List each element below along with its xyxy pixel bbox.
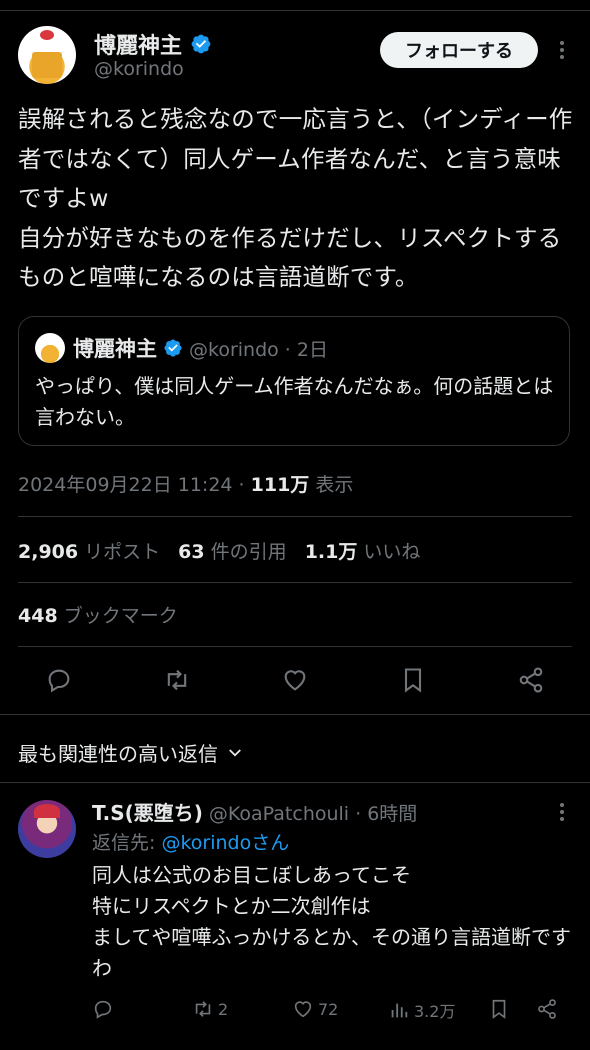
reply-views-button[interactable]: 3.2万 [388, 998, 455, 1022]
reply-bookmark-button[interactable] [488, 998, 510, 1020]
share-icon[interactable] [517, 666, 545, 694]
views-icon [391, 1003, 408, 1018]
more-options-icon[interactable] [552, 38, 572, 62]
divider [18, 646, 572, 647]
follow-button[interactable]: フォローする [380, 32, 538, 68]
tweet-timestamp: 2024年09月22日 11:24 · 111万 表示 [18, 470, 353, 497]
engagement-stats: 2,906 リポスト 63 件の引用 1.1万 いいね [18, 537, 420, 564]
views-count: 111万 [250, 474, 310, 496]
verified-badge-icon [164, 339, 182, 357]
reply-repost-button[interactable]: 2 [192, 998, 228, 1020]
like-icon[interactable] [281, 666, 309, 694]
replies-sort-dropdown[interactable]: 最も関連性の高い返信 [18, 738, 244, 767]
bookmark-icon[interactable] [399, 666, 427, 694]
divider [18, 582, 572, 583]
more-options-icon[interactable] [552, 800, 572, 824]
quote-display-name: 博麗神主 [73, 337, 157, 361]
bookmark-icon [492, 999, 506, 1019]
likes-stat[interactable]: 1.1万 いいね [305, 537, 421, 564]
repost-icon[interactable] [163, 666, 191, 694]
reply-to-label: 返信先: [92, 832, 162, 854]
reply-header: T.S(悪堕ち) @KoaPatchouli · 6時間 [92, 797, 417, 826]
quote-text: やっぱり、僕は同人ゲーム作者なんだなぁ。何の話題とは言わない。 [35, 374, 554, 429]
quotes-stat[interactable]: 63 件の引用 [178, 537, 287, 564]
bookmarks-stat[interactable]: 448 ブックマーク [18, 601, 178, 628]
reply-like-button[interactable]: 72 [292, 998, 338, 1020]
quote-header: 博麗神主 @korindo · 2日 [73, 333, 328, 363]
reply-meta: @KoaPatchouli · 6時間 [208, 803, 418, 825]
author-avatar[interactable] [18, 26, 76, 84]
reposts-stat[interactable]: 2,906 リポスト [18, 537, 160, 564]
reply-icon [94, 1000, 112, 1019]
reply-text: 同人は公式のお目こぼしあってこそ 特にリスペクトとか二次創作は ましてや喧嘩ふっ… [92, 863, 571, 980]
quote-avatar[interactable] [35, 333, 65, 363]
reply-icon[interactable] [45, 666, 73, 694]
chevron-down-icon [229, 748, 241, 757]
reply-repost-count: 2 [218, 999, 229, 1019]
tweet-text: 誤解されると残念なので一応言うと、（インディー作者ではなくて）同人ゲーム作者なん… [18, 105, 573, 291]
reply-views-count: 3.2万 [414, 1002, 456, 1021]
replies-sort-label: 最も関連性の高い返信 [18, 742, 218, 766]
reply-avatar[interactable] [18, 800, 76, 858]
views-label: 表示 [309, 474, 354, 496]
quoted-tweet[interactable]: 博麗神主 @korindo · 2日 やっぱり、僕は同人ゲーム作者なんだなぁ。何… [18, 316, 570, 446]
reply-share-button[interactable] [536, 998, 558, 1020]
repost-icon [195, 1001, 211, 1017]
reply-like-count: 72 [318, 999, 339, 1019]
like-icon [294, 1001, 312, 1018]
quote-meta: @korindo · 2日 [189, 338, 328, 361]
divider [18, 516, 572, 517]
author-handle[interactable]: @korindo [94, 58, 184, 80]
reply-actions: 2 72 3.2万 [92, 998, 562, 1028]
verified-badge-icon [191, 34, 211, 54]
author-display-name[interactable]: 博麗神主 [94, 28, 182, 60]
share-icon [538, 999, 556, 1019]
timestamp-date[interactable]: 2024年09月22日 11:24 · [18, 474, 251, 496]
top-divider [0, 0, 590, 11]
reply-reply-button[interactable] [92, 998, 114, 1020]
reply-display-name[interactable]: T.S(悪堕ち) [92, 797, 203, 826]
section-divider [0, 714, 590, 715]
author-name-row: 博麗神主 [94, 28, 212, 60]
reply-to-handle[interactable]: @korindoさん [161, 832, 289, 854]
reply-to-line: 返信先: @korindoさん [92, 828, 289, 855]
section-divider [0, 782, 590, 783]
